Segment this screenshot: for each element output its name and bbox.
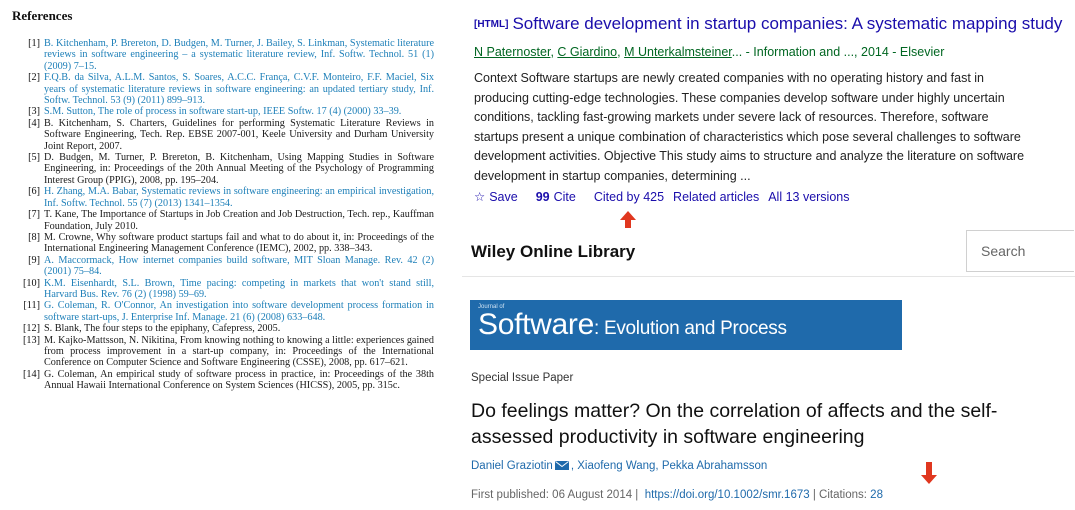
author-link[interactable]: N Paternoster [474, 45, 550, 59]
author-link[interactable]: M Unterkalmsteiner [624, 45, 732, 59]
save-button[interactable]: ☆ Save [474, 190, 527, 204]
reference-text: T. Kane, The Importance of Startups in J… [44, 209, 434, 232]
scholar-authors: N Paternoster, C Giardino, M Unterkalmst… [474, 45, 945, 59]
scholar-title-link[interactable]: Software development in startup companie… [512, 14, 1062, 33]
reference-link[interactable]: A. Maccormack, How internet companies bu… [44, 255, 434, 278]
reference-item[interactable]: [2] F.Q.B. da Silva, A.L.M. Santos, S. So… [14, 72, 434, 106]
citations-count[interactable]: 28 [870, 489, 883, 501]
reference-text: M. Kajko-Mattsson, N. Nikitina, From kno… [44, 334, 434, 369]
reference-number: [1] [28, 38, 40, 49]
reference-number: [9] [28, 254, 40, 266]
reference-text: B. Kitchenham, S. Charters, Guidelines f… [44, 117, 434, 152]
reference-number: [8] [28, 231, 40, 243]
quote-icon: 99 [535, 190, 550, 204]
journal-name: Software: Evolution and Process [478, 308, 787, 342]
save-label: Save [489, 190, 518, 204]
article-meta: First published: 06 August 2014 | https:… [471, 489, 883, 501]
journal-name-main: Software [478, 308, 594, 341]
versions-link[interactable]: All 13 versions [768, 190, 849, 204]
cited-by-link[interactable]: Cited by 425 [594, 190, 664, 204]
search-placeholder: Search [981, 243, 1026, 259]
reference-text: S. Blank, The four steps to the epiphany… [44, 323, 281, 335]
mail-icon[interactable] [554, 461, 569, 470]
reference-item[interactable]: [11] G. Coleman, R. O'Connor, An investig… [14, 300, 434, 323]
reference-number: [3] [28, 106, 40, 118]
references-panel: References [1] B. Kitchenham, P. Brereton… [0, 0, 440, 510]
reference-item: [4] B. Kitchenham, S. Charters, Guideline… [14, 118, 434, 152]
wiley-panel: Wiley Online Library Search Journal of S… [462, 228, 1075, 510]
journal-name-rest: : Evolution and Process [594, 318, 787, 339]
cite-label: Cite [553, 190, 576, 204]
reference-item[interactable]: [3] S.M. Sutton, The role of process in s… [14, 106, 434, 117]
published-date: First published: 06 August 2014 [471, 489, 633, 501]
article-type: Special Issue Paper [471, 372, 574, 384]
reference-link[interactable]: H. Zhang, M.A. Babar, Systematic reviews… [44, 186, 434, 209]
arrow-down-icon [921, 462, 937, 484]
reference-link[interactable]: S.M. Sutton, The role of process in soft… [44, 106, 434, 117]
reference-number: [14] [23, 368, 40, 380]
scholar-actions: ☆ Save 99 Cite Cited by 425 Related articles A… [474, 189, 859, 204]
scholar-source: ... - Information and ..., 2014 - Elsevi… [731, 45, 945, 59]
reference-number: [7] [28, 209, 40, 221]
reference-number: [2] [28, 72, 40, 84]
reference-link[interactable]: K.M. Eisenhardt, S.L. Brown, Time pacing… [44, 278, 434, 301]
reference-number: [10] [23, 277, 40, 289]
search-input[interactable]: Search [966, 230, 1074, 272]
reference-number: [13] [23, 334, 40, 346]
citations-label: Citations: [819, 489, 867, 501]
reference-item[interactable]: [9] A. Maccormack, How internet companies… [14, 255, 434, 278]
reference-item: [8] M. Crowne, Why software product start… [14, 232, 434, 255]
cite-button[interactable]: 99 Cite [536, 190, 585, 204]
scholar-snippet: Context Software startups are newly crea… [474, 71, 1025, 183]
wiley-header: Wiley Online Library Search [462, 228, 1075, 277]
reference-number: [12] [23, 323, 40, 335]
reference-item[interactable]: [6] H. Zhang, M.A. Babar, Systematic revi… [14, 186, 434, 209]
html-tag[interactable]: [HTML] [474, 19, 508, 30]
star-icon: ☆ [474, 190, 486, 204]
reference-text: M. Crowne, Why software product startups… [44, 231, 434, 255]
reference-item[interactable]: [10] K.M. Eisenhardt, S.L. Brown, Time pa… [14, 278, 434, 301]
reference-item: [13] M. Kajko-Mattsson, N. Nikitina, From… [14, 335, 434, 369]
reference-link[interactable]: G. Coleman, R. O'Connor, An investigatio… [44, 300, 434, 323]
reference-list: [1] B. Kitchenham, P. Brereton, D. Budgen… [14, 38, 434, 392]
coauthor-links[interactable]: , Xiaofeng Wang, Pekka Abrahamsson [571, 460, 767, 472]
reference-item[interactable]: [1] B. Kitchenham, P. Brereton, D. Budgen… [14, 38, 434, 72]
article-title: Do feelings matter? On the correlation o… [471, 400, 998, 448]
reference-number: [11] [23, 300, 40, 312]
scholar-title-row: [HTML] Software development in startup co… [474, 14, 1062, 34]
reference-number: [5] [28, 152, 40, 164]
author-link[interactable]: Daniel Graziotin [471, 460, 553, 472]
reference-item: [5] D. Budgen, M. Turner, P. Brereton, B.… [14, 152, 434, 186]
author-link[interactable]: C Giardino [557, 45, 617, 59]
references-heading: References [12, 8, 73, 23]
reference-item: [12] S. Blank, The four steps to the epip… [14, 323, 434, 334]
reference-number: [6] [28, 186, 40, 198]
reference-link[interactable]: B. Kitchenham, P. Brereton, D. Budgen, M… [44, 38, 434, 72]
wiley-logo[interactable]: Wiley Online Library [471, 242, 635, 262]
scholar-result: [HTML] Software development in startup co… [462, 0, 1075, 218]
reference-item: [14] G. Coleman, An empirical study of so… [14, 369, 434, 392]
related-articles-link[interactable]: Related articles [673, 190, 759, 204]
doi-link[interactable]: https://doi.org/10.1002/smr.1673 [645, 489, 810, 501]
reference-text: G. Coleman, An empirical study of softwa… [44, 368, 434, 392]
reference-link[interactable]: F.Q.B. da Silva, A.L.M. Santos, S. Soare… [44, 72, 434, 106]
reference-text: D. Budgen, M. Turner, P. Brereton, B. Ki… [44, 152, 434, 186]
reference-item: [7] T. Kane, The Importance of Startups i… [14, 209, 434, 232]
journal-banner[interactable]: Journal of Software: Evolution and Proce… [470, 300, 902, 350]
article-authors: Daniel Graziotin , Xiaofeng Wang, Pekka A… [471, 460, 767, 472]
reference-number: [4] [28, 117, 40, 129]
